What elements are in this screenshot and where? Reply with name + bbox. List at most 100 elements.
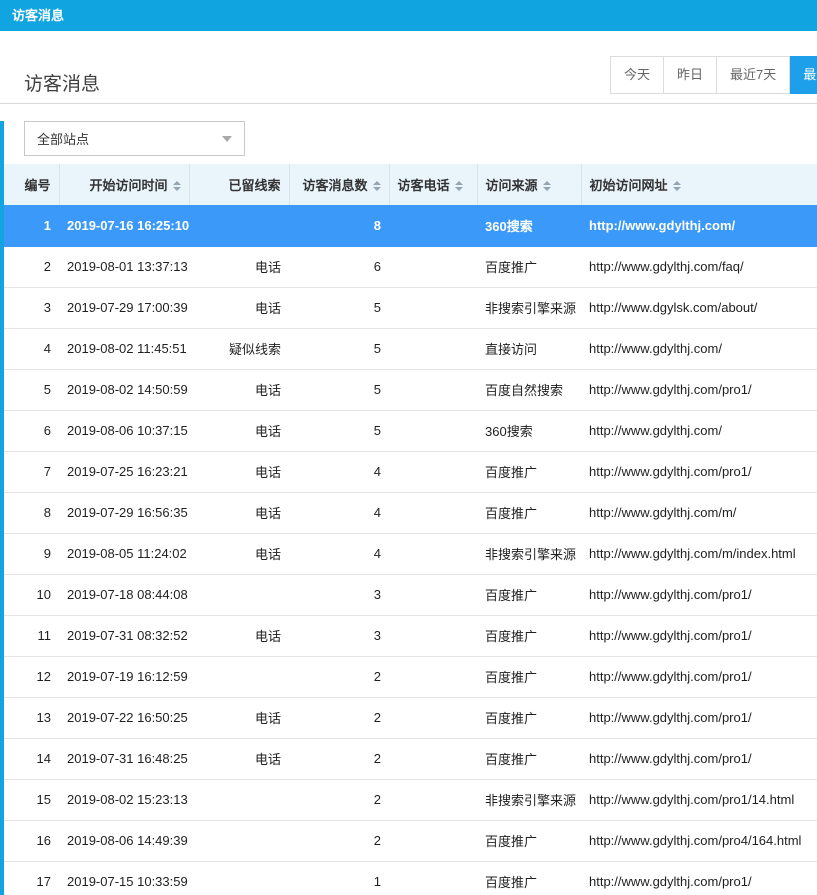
column-label: 开始访问时间 [89,178,167,193]
table-row[interactable]: 112019-07-31 08:32:52电话3百度推广http://www.g… [4,615,817,656]
date-range-button-0[interactable]: 今天 [610,56,664,94]
cell-no: 6 [4,410,59,451]
cell-clue: 疑似线索 [189,328,289,369]
column-header-start_time[interactable]: 开始访问时间 [59,164,189,205]
table-header-row: 编号 开始访问时间 已留线索访客消息数访客电话 访问来源 初始访问网址 [4,164,817,205]
cell-start_time: 2019-07-29 17:00:39 [59,287,189,328]
cell-source: 直接访问 [477,328,581,369]
date-range-button-1[interactable]: 昨日 [664,56,717,94]
cell-no: 15 [4,779,59,820]
column-header-source[interactable]: 访问来源 [477,164,581,205]
cell-no: 5 [4,369,59,410]
cell-clue: 电话 [189,410,289,451]
date-range-button-2[interactable]: 最近7天 [717,56,790,94]
cell-source: 百度推广 [477,861,581,895]
column-header-msg_count[interactable]: 访客消息数 [289,164,389,205]
cell-phone [389,615,477,656]
table-row[interactable]: 62019-08-06 10:37:15电话5360搜索http://www.g… [4,410,817,451]
table-row[interactable]: 152019-08-02 15:23:132非搜索引擎来源http://www.… [4,779,817,820]
column-header-url[interactable]: 初始访问网址 [581,164,817,205]
window-title: 访客消息 [12,8,64,23]
table-row[interactable]: 12019-07-16 16:25:108360搜索http://www.gdy… [4,205,817,246]
cell-url: http://www.gdylthj.com/ [581,205,817,246]
cell-phone [389,451,477,492]
cell-url: http://www.gdylthj.com/pro1/ [581,615,817,656]
visitor-messages-table: 编号开始访问时间已留线索访客消息数访客电话访问来源初始访问网址 12019-07… [4,164,817,895]
site-select-dropdown[interactable]: 全部站点 [24,121,245,156]
table-row[interactable]: 162019-08-06 14:49:392百度推广http://www.gdy… [4,820,817,861]
cell-phone [389,656,477,697]
cell-no: 4 [4,328,59,369]
table-row[interactable]: 92019-08-05 11:24:02电话4非搜索引擎来源http://www… [4,533,817,574]
cell-msg_count: 4 [289,533,389,574]
cell-url: http://www.gdylthj.com/pro1/14.html [581,779,817,820]
cell-clue [189,820,289,861]
cell-no: 10 [4,574,59,615]
cell-msg_count: 5 [289,369,389,410]
content-panel: 全部站点 编号开始访问时间已留线索访客消息数访客电话访问来源初始访问网址 120… [0,121,817,895]
cell-source: 百度推广 [477,656,581,697]
table-row[interactable]: 102019-07-18 08:44:083百度推广http://www.gdy… [4,574,817,615]
date-range-button-3[interactable]: 最近30天 [790,56,817,94]
cell-phone [389,369,477,410]
cell-url: http://www.gdylthj.com/ [581,410,817,451]
cell-msg_count: 8 [289,205,389,246]
cell-clue: 电话 [189,533,289,574]
cell-source: 百度推广 [477,451,581,492]
cell-msg_count: 5 [289,410,389,451]
column-label: 访问来源 [486,178,538,193]
page-header: 访客消息 今天昨日最近7天最近30天 [0,31,817,104]
cell-phone [389,205,477,246]
cell-source: 360搜索 [477,205,581,246]
cell-clue [189,861,289,895]
cell-source: 非搜索引擎来源 [477,287,581,328]
cell-phone [389,328,477,369]
page-title: 访客消息 [24,69,100,96]
cell-clue [189,656,289,697]
cell-start_time: 2019-07-29 16:56:35 [59,492,189,533]
sort-icon [373,181,381,191]
cell-source: 百度推广 [477,738,581,779]
table-row[interactable]: 42019-08-02 11:45:51疑似线索5直接访问http://www.… [4,328,817,369]
cell-start_time: 2019-07-15 10:33:59 [59,861,189,895]
cell-clue: 电话 [189,451,289,492]
column-header-no: 编号 [4,164,59,205]
cell-start_time: 2019-08-02 14:50:59 [59,369,189,410]
cell-no: 12 [4,656,59,697]
column-header-clue: 已留线索 [189,164,289,205]
cell-start_time: 2019-08-02 11:45:51 [59,328,189,369]
cell-start_time: 2019-07-22 16:50:25 [59,697,189,738]
cell-url: http://www.gdylthj.com/m/index.html [581,533,817,574]
table-row[interactable]: 122019-07-19 16:12:592百度推广http://www.gdy… [4,656,817,697]
cell-url: http://www.gdylthj.com/m/ [581,492,817,533]
column-label: 初始访问网址 [590,178,668,193]
column-header-phone[interactable]: 访客电话 [389,164,477,205]
cell-start_time: 2019-08-06 10:37:15 [59,410,189,451]
table-row[interactable]: 142019-07-31 16:48:25电话2百度推广http://www.g… [4,738,817,779]
cell-msg_count: 2 [289,738,389,779]
cell-msg_count: 6 [289,246,389,287]
cell-msg_count: 5 [289,287,389,328]
column-label: 访客电话 [398,178,450,193]
cell-phone [389,820,477,861]
cell-no: 7 [4,451,59,492]
table-row[interactable]: 82019-07-29 16:56:35电话4百度推广http://www.gd… [4,492,817,533]
table-row[interactable]: 72019-07-25 16:23:21电话4百度推广http://www.gd… [4,451,817,492]
cell-phone [389,861,477,895]
cell-phone [389,287,477,328]
table-row[interactable]: 132019-07-22 16:50:25电话2百度推广http://www.g… [4,697,817,738]
table-row[interactable]: 172019-07-15 10:33:591百度推广http://www.gdy… [4,861,817,895]
cell-no: 13 [4,697,59,738]
cell-clue [189,205,289,246]
table-row[interactable]: 32019-07-29 17:00:39电话5非搜索引擎来源http://www… [4,287,817,328]
cell-phone [389,738,477,779]
column-label: 编号 [24,178,50,193]
cell-start_time: 2019-07-16 16:25:10 [59,205,189,246]
table-row[interactable]: 52019-08-02 14:50:59电话5百度自然搜索http://www.… [4,369,817,410]
cell-start_time: 2019-08-06 14:49:39 [59,820,189,861]
cell-url: http://www.gdylthj.com/pro1/ [581,697,817,738]
cell-clue [189,574,289,615]
table-row[interactable]: 22019-08-01 13:37:13电话6百度推广http://www.gd… [4,246,817,287]
cell-msg_count: 3 [289,615,389,656]
cell-phone [389,779,477,820]
